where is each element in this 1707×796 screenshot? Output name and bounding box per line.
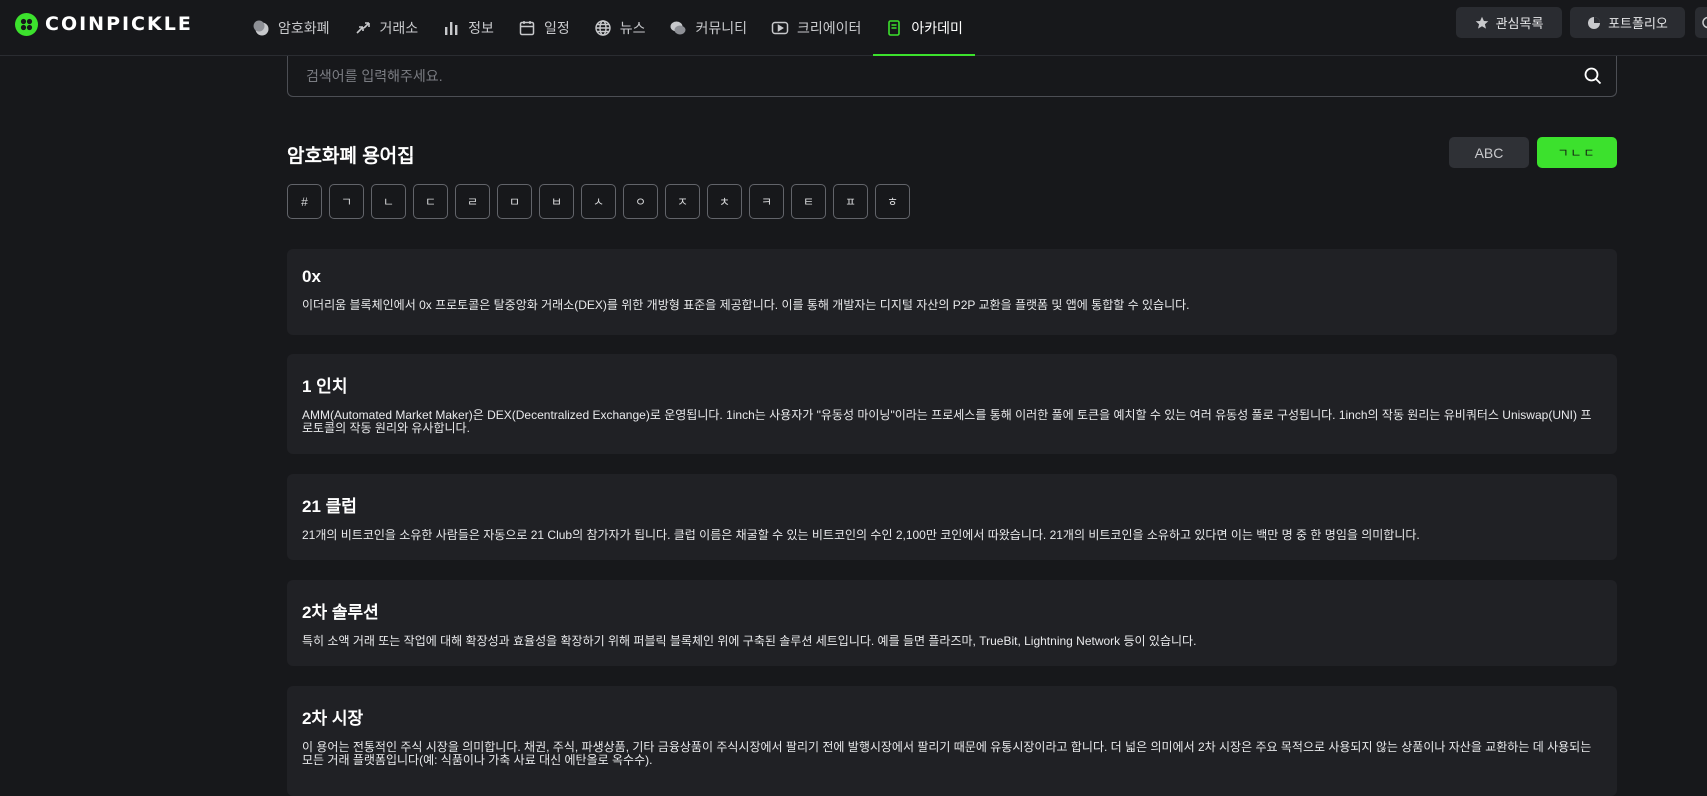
index-button-siot[interactable]: ㅅ	[581, 184, 616, 219]
nav-item-crypto[interactable]: 암호화폐	[240, 0, 342, 56]
glossary-term: 2차 솔루션	[302, 603, 379, 622]
nav-label: 뉴스	[619, 20, 646, 36]
glossary-term: 0x	[302, 267, 321, 286]
nav-label: 크리에이터	[797, 20, 862, 36]
coins-icon	[253, 20, 269, 36]
pie-chart-icon	[1588, 16, 1601, 29]
index-button-digeut[interactable]: ㄷ	[413, 184, 448, 219]
globe-icon	[595, 20, 611, 36]
index-button-rieul[interactable]: ㄹ	[455, 184, 490, 219]
nav-item-info[interactable]: 정보	[430, 0, 506, 56]
portfolio-label: 포트폴리오	[1608, 16, 1668, 31]
logo-text: COINPICKLE	[45, 13, 193, 35]
nav-label: 암호화폐	[278, 20, 330, 36]
nav-label: 거래소	[379, 20, 419, 36]
index-button-pieup[interactable]: ㅍ	[833, 184, 868, 219]
index-button-bieup[interactable]: ㅂ	[539, 184, 574, 219]
glossary-description: AMM(Automated Market Maker)은 DEX(Decentr…	[302, 408, 1592, 435]
nav-item-exchange[interactable]: 거래소	[342, 0, 431, 56]
glossary-card[interactable]: 2차 시장 이 용어는 전통적인 주식 시장을 의미합니다. 채권, 주식, 파…	[287, 686, 1617, 796]
book-icon	[888, 20, 901, 36]
logo[interactable]: COINPICKLE	[15, 12, 193, 36]
watchlist-label: 관심목록	[1495, 16, 1544, 31]
play-icon	[771, 21, 789, 35]
glossary-description: 특히 소액 거래 또는 작업에 대해 확장성과 효율성을 확장하기 위해 퍼블릭…	[302, 634, 1197, 648]
watchlist-button[interactable]: 관심목록	[1456, 7, 1562, 38]
search-icon[interactable]	[1584, 67, 1602, 85]
toggle-korean-button[interactable]: ㄱㄴㄷ	[1537, 137, 1617, 168]
glossary-description: 이 용어는 전통적인 주식 시장을 의미합니다. 채권, 주식, 파생상품, 기…	[302, 740, 1592, 767]
nav-item-schedule[interactable]: 일정	[506, 0, 582, 56]
search-bar	[287, 56, 1617, 97]
glossary-term: 21 클럽	[302, 497, 357, 516]
index-button-chieut[interactable]: ㅊ	[707, 184, 742, 219]
index-button-giyeok[interactable]: ㄱ	[329, 184, 364, 219]
glossary-description: 이더리움 블록체인에서 0x 프로토콜은 탈중앙화 거래소(DEX)를 위한 개…	[302, 298, 1190, 312]
nav-item-creator[interactable]: 크리에이터	[759, 0, 873, 56]
index-filter-row: # ㄱ ㄴ ㄷ ㄹ ㅁ ㅂ ㅅ ㅇ ㅈ ㅊ ㅋ ㅌ ㅍ ㅎ	[287, 184, 910, 219]
main-nav: 암호화폐 거래소 정보 일정 뉴스 커뮤니티 크리에이터 아카데미	[240, 0, 975, 56]
index-button-tieut[interactable]: ㅌ	[791, 184, 826, 219]
toggle-abc-button[interactable]: ABC	[1449, 137, 1529, 168]
nav-label: 커뮤니티	[695, 20, 747, 36]
calendar-icon	[519, 21, 535, 36]
index-button-kieuk[interactable]: ㅋ	[749, 184, 784, 219]
index-button-nieun[interactable]: ㄴ	[371, 184, 406, 219]
user-icon	[1702, 16, 1707, 29]
glossary-term: 2차 시장	[302, 709, 364, 728]
nav-item-news[interactable]: 뉴스	[582, 0, 658, 56]
nav-label: 아카데미	[911, 20, 963, 36]
logo-mark-icon	[15, 12, 38, 36]
glossary-card[interactable]: 1 인치 AMM(Automated Market Maker)은 DEX(De…	[287, 354, 1617, 454]
nav-item-community[interactable]: 커뮤니티	[657, 0, 759, 56]
glossary-description: 21개의 비트코인을 소유한 사람들은 자동으로 21 Club의 참가자가 됩…	[302, 528, 1420, 542]
index-button-ieung[interactable]: ㅇ	[623, 184, 658, 219]
top-navigation-bar: COINPICKLE 암호화폐 거래소 정보 일정 뉴스 커뮤니티 크리에이터 …	[0, 0, 1707, 56]
exchange-icon	[355, 22, 370, 34]
portfolio-button[interactable]: 포트폴리오	[1570, 7, 1685, 38]
star-icon	[1475, 16, 1488, 29]
nav-label: 정보	[468, 20, 494, 36]
profile-button[interactable]	[1695, 7, 1707, 38]
bar-chart-icon	[445, 22, 458, 35]
index-button-jieut[interactable]: ㅈ	[665, 184, 700, 219]
page-title: 암호화폐 용어집	[287, 146, 415, 167]
glossary-card[interactable]: 0x 이더리움 블록체인에서 0x 프로토콜은 탈중앙화 거래소(DEX)를 위…	[287, 249, 1617, 335]
glossary-card[interactable]: 21 클럽 21개의 비트코인을 소유한 사람들은 자동으로 21 Club의 …	[287, 474, 1617, 560]
glossary-term: 1 인치	[302, 377, 348, 396]
index-button-hieut[interactable]: ㅎ	[875, 184, 910, 219]
index-button-hash[interactable]: #	[287, 184, 322, 219]
nav-item-academy[interactable]: 아카데미	[873, 0, 975, 56]
index-button-mieum[interactable]: ㅁ	[497, 184, 532, 219]
chat-bubbles-icon	[670, 21, 686, 35]
nav-label: 일정	[543, 20, 570, 36]
glossary-card[interactable]: 2차 솔루션 특히 소액 거래 또는 작업에 대해 확장성과 효율성을 확장하기…	[287, 580, 1617, 666]
search-input[interactable]	[306, 56, 1546, 95]
